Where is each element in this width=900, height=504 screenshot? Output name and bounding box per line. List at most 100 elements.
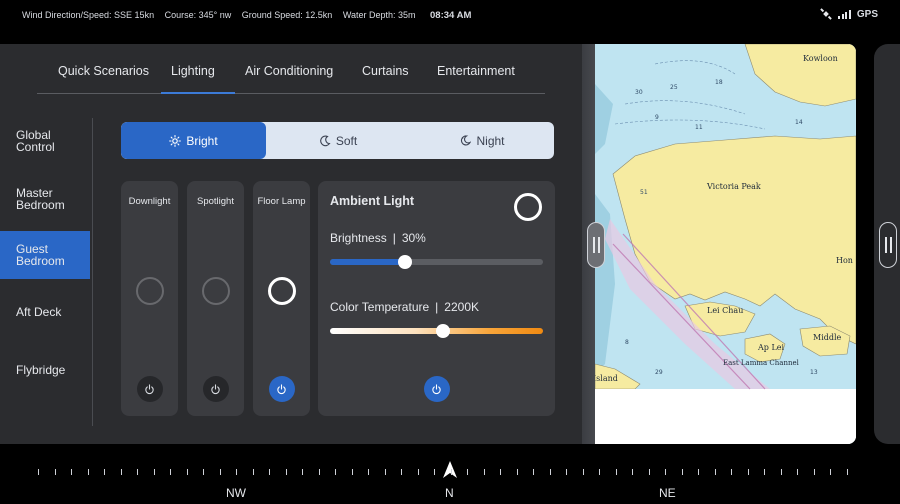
lighting-mode-selector: Bright Soft Night xyxy=(121,122,554,159)
category-tabs: Quick Scenarios Lighting Air Conditionin… xyxy=(37,60,545,94)
downlight-power-button[interactable] xyxy=(136,376,163,402)
compass-tick xyxy=(550,469,551,475)
svg-text:14: 14 xyxy=(795,119,803,126)
map-label-east-lamma: East Lamma Channel xyxy=(723,359,799,367)
color-temp-slider[interactable] xyxy=(330,324,543,338)
tab-air-conditioning[interactable]: Air Conditioning xyxy=(245,64,333,78)
floor-lamp-power-button[interactable] xyxy=(268,376,295,402)
sidebar-item-guest-bedroom[interactable]: Guest Bedroom xyxy=(0,231,90,279)
heading-pointer-icon xyxy=(443,461,457,478)
compass-label-nw: NW xyxy=(226,486,246,500)
compass-tick xyxy=(203,469,204,475)
spotlight-power-button[interactable] xyxy=(202,376,229,402)
brightness-slider[interactable] xyxy=(330,255,543,269)
course-readout: Course: 345° nw xyxy=(164,10,232,20)
compass-tick xyxy=(104,469,105,475)
ambient-light-card: Ambient Light Brightness | 30% Color Tempe… xyxy=(318,181,555,416)
svg-text:25: 25 xyxy=(670,84,678,91)
svg-text:11: 11 xyxy=(695,124,703,131)
mode-label: Bright xyxy=(186,133,218,148)
sidebar-item-flybridge[interactable]: Flybridge xyxy=(0,360,90,380)
compass-label-ne: NE xyxy=(659,486,676,500)
power-icon xyxy=(277,383,286,394)
lamp-name: Spotlight xyxy=(197,196,234,207)
lamp-status-ring xyxy=(201,277,230,305)
ambient-status-ring[interactable] xyxy=(514,193,542,221)
brightness-slider-thumb[interactable] xyxy=(397,255,412,269)
sidebar-item-master-bedroom[interactable]: Master Bedroom xyxy=(0,180,90,218)
compass-tick xyxy=(764,469,765,475)
compass-tick xyxy=(286,469,287,475)
lamp-name: Floor Lamp xyxy=(257,196,306,207)
power-icon xyxy=(211,383,220,394)
tab-entertainment[interactable]: Entertainment xyxy=(437,64,515,78)
compass-tick xyxy=(55,469,56,475)
compass-tick xyxy=(38,469,39,475)
compass-label-n: N xyxy=(445,486,454,500)
compass-tick xyxy=(517,469,518,475)
lamp-card-downlight[interactable]: Downlight xyxy=(121,181,178,416)
compass-tick xyxy=(467,469,468,475)
tab-quick-scenarios[interactable]: Quick Scenarios xyxy=(58,64,149,78)
compass-tick xyxy=(352,469,353,475)
compass-tick xyxy=(302,469,303,475)
compass-tick xyxy=(434,469,435,475)
secondary-panel-drag-handle[interactable] xyxy=(879,222,897,268)
gps-label: GPS xyxy=(856,8,878,20)
map-label-hong: Hon xyxy=(836,256,853,265)
mode-label: Soft xyxy=(335,133,358,148)
compass-tick xyxy=(566,469,567,475)
satellite-icon xyxy=(820,8,833,20)
lamp-card-spotlight[interactable]: Spotlight xyxy=(187,181,244,416)
compass-tick xyxy=(121,469,122,475)
compass-tick xyxy=(368,469,369,475)
lamp-status-ring xyxy=(135,277,164,305)
sidebar-item-aft-deck[interactable]: Aft Deck xyxy=(0,302,90,322)
color-temp-slider-thumb[interactable] xyxy=(435,324,450,338)
brightness-slider-fill xyxy=(330,259,405,265)
compass-tick xyxy=(137,469,138,475)
mode-soft-button[interactable]: Soft xyxy=(266,122,410,159)
color-temp-value: 2200K xyxy=(444,300,479,314)
compass-tick xyxy=(484,469,485,475)
compass-tick xyxy=(418,469,419,475)
compass-tick xyxy=(335,469,336,475)
color-temp-label: Color Temperature xyxy=(330,300,430,314)
nautical-chart[interactable]: 30 25 18 9 11 14 51 8 29 13 Kowloon Victoria P… xyxy=(595,44,856,444)
map-label-lei-chau: Lei Chau xyxy=(707,306,744,315)
night-icon xyxy=(461,134,472,146)
compass-tick xyxy=(319,469,320,475)
power-icon xyxy=(145,383,154,394)
compass-tick xyxy=(731,469,732,475)
compass-tick xyxy=(88,469,89,475)
compass-tick xyxy=(715,469,716,475)
map-label-kowloon: Kowloon xyxy=(803,54,838,63)
panel-drag-handle[interactable] xyxy=(587,222,605,268)
compass-tick xyxy=(781,469,782,475)
ambient-power-button[interactable] xyxy=(423,376,450,402)
compass-tick xyxy=(385,469,386,475)
compass-tick xyxy=(500,469,501,475)
mode-bright-button[interactable]: Bright xyxy=(121,122,266,159)
sidebar-item-label: Master Bedroom xyxy=(16,186,65,212)
clock: 08:34 AM xyxy=(430,10,472,21)
compass-tick xyxy=(236,469,237,475)
compass-tick xyxy=(748,469,749,475)
compass-tick xyxy=(154,469,155,475)
svg-text:9: 9 xyxy=(655,114,659,121)
tab-curtains[interactable]: Curtains xyxy=(362,64,409,78)
compass-tick xyxy=(847,469,848,475)
compass-tick xyxy=(71,469,72,475)
compass-tick xyxy=(649,469,650,475)
svg-text:29: 29 xyxy=(655,369,663,376)
tab-lighting[interactable]: Lighting xyxy=(171,64,215,78)
sidebar-item-label: Aft Deck xyxy=(16,305,62,319)
mode-night-button[interactable]: Night xyxy=(410,122,554,159)
compass-tick xyxy=(253,469,254,475)
svg-text:30: 30 xyxy=(635,89,643,96)
compass-tick xyxy=(170,469,171,475)
sidebar-item-label: Guest Bedroom xyxy=(16,242,65,268)
lamp-card-floor-lamp[interactable]: Floor Lamp xyxy=(253,181,310,416)
compass-tick xyxy=(187,469,188,475)
sidebar-item-global-control[interactable]: Global Control xyxy=(0,122,90,160)
